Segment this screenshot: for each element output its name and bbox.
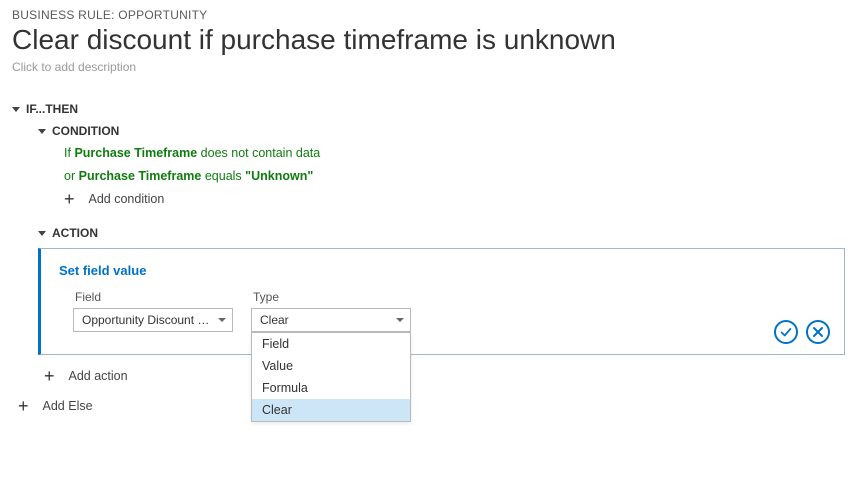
chevron-down-icon (12, 107, 20, 112)
cond-operator: equals (205, 169, 242, 183)
condition-line[interactable]: or Purchase Timeframe equals "Unknown" (64, 169, 845, 183)
ifthen-block: IF...THEN CONDITION If Purchase Timefram… (12, 102, 845, 383)
condition-header[interactable]: CONDITION (38, 124, 845, 138)
action-label: ACTION (52, 226, 98, 240)
plus-icon: + (44, 369, 55, 383)
cond-keyword: If (64, 146, 71, 160)
type-option[interactable]: Value (252, 355, 410, 377)
add-action-button[interactable]: + Add action (44, 369, 845, 383)
type-option[interactable]: Formula (252, 377, 410, 399)
cond-field: Purchase Timeframe (79, 169, 202, 183)
add-condition-label: Add condition (89, 192, 165, 206)
cond-operator: does not contain data (201, 146, 321, 160)
chevron-down-icon (38, 129, 46, 134)
field-value: Opportunity Discount (%) (82, 313, 212, 327)
type-label: Type (253, 290, 411, 304)
description-placeholder[interactable]: Click to add description (12, 60, 845, 74)
cond-keyword: or (64, 169, 75, 183)
cancel-button[interactable] (806, 320, 830, 344)
cond-field: Purchase Timeframe (74, 146, 197, 160)
field-label: Field (75, 290, 233, 304)
plus-icon: + (64, 192, 75, 206)
type-value: Clear (260, 313, 390, 327)
chevron-down-icon (218, 318, 226, 322)
type-combobox[interactable]: Clear (251, 308, 411, 332)
condition-line[interactable]: If Purchase Timeframe does not contain d… (64, 146, 845, 160)
page-title[interactable]: Clear discount if purchase timeframe is … (12, 24, 845, 56)
action-block: ACTION Set field value Field Opportunity… (38, 226, 845, 383)
x-circle-icon (812, 326, 824, 338)
add-condition-button[interactable]: + Add condition (64, 192, 845, 206)
chevron-down-icon (38, 231, 46, 236)
action-card: Set field value Field Opportunity Discou… (38, 248, 845, 355)
type-option-selected[interactable]: Clear (252, 399, 410, 421)
add-else-button[interactable]: + Add Else (18, 399, 845, 413)
action-header[interactable]: ACTION (38, 226, 845, 240)
type-option[interactable]: Field (252, 333, 410, 355)
field-combobox[interactable]: Opportunity Discount (%) (73, 308, 233, 332)
condition-block: CONDITION If Purchase Timeframe does not… (38, 124, 845, 206)
chevron-down-icon (396, 318, 404, 322)
ifthen-label: IF...THEN (26, 102, 78, 116)
confirm-button[interactable] (774, 320, 798, 344)
cond-value: "Unknown" (245, 169, 313, 183)
ifthen-header[interactable]: IF...THEN (12, 102, 845, 116)
add-else-label: Add Else (43, 399, 93, 413)
type-dropdown[interactable]: Field Value Formula Clear (251, 332, 411, 422)
check-circle-icon (779, 325, 793, 339)
breadcrumb: BUSINESS RULE: Opportunity (12, 8, 845, 22)
add-action-label: Add action (69, 369, 128, 383)
plus-icon: + (18, 399, 29, 413)
action-card-title: Set field value (59, 263, 826, 278)
condition-label: CONDITION (52, 124, 119, 138)
